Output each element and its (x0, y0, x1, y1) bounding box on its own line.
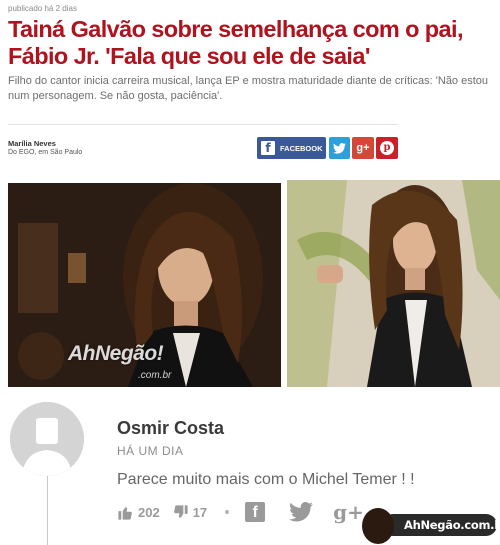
watermark-sub: .com.br (138, 370, 172, 381)
facebook-share-label: FACEBOOK (280, 143, 323, 153)
facebook-share-button[interactable]: f FACEBOOK (257, 137, 326, 159)
comment-text: Parece muito mais com o Michel Temer ! ! (117, 471, 415, 488)
facebook-icon: f (261, 141, 275, 155)
comment-facebook-icon[interactable]: f (245, 502, 266, 522)
pinterest-share-button[interactable]: p (376, 137, 398, 159)
dislike-button[interactable]: 17 (172, 504, 207, 521)
published-date: publicado há 2 dias (8, 4, 77, 13)
ahnegao-badge: AhNegão.com.br (358, 508, 500, 544)
watermark-text: AhNegão! (68, 342, 164, 365)
ahnegao-watermark: AhNegão! .com.br (10, 328, 190, 388)
author-name[interactable]: Marília Neves (8, 139, 56, 148)
pinterest-icon: p (380, 141, 394, 155)
photo-right (287, 180, 500, 387)
author-org: Do EGO, em São Paulo (8, 149, 83, 156)
commenter-avatar[interactable] (10, 402, 84, 476)
twitter-share-button[interactable] (329, 137, 350, 159)
badge-mascot (362, 508, 394, 544)
google-plus-icon: g+ (356, 142, 370, 154)
google-plus-share-button[interactable]: g+ (352, 137, 374, 159)
article-subtitle: Filho do cantor inicia carreira musical,… (8, 75, 489, 102)
comment-time: HÁ UM DIA (117, 444, 184, 458)
like-button[interactable]: 202 (117, 504, 160, 521)
twitter-icon (333, 142, 346, 154)
thread-line (47, 476, 48, 545)
thumbs-up-icon (118, 506, 132, 520)
watermark-mascot (18, 332, 64, 380)
comment-actions: 202 17 f g+ (117, 500, 364, 524)
separator-dot (225, 510, 230, 514)
user-avatar-icon (10, 402, 84, 476)
thumbs-down-icon (173, 504, 188, 518)
article-headline: Tainá Galvão sobre semelhança com o pai,… (8, 16, 463, 69)
badge-pill: AhNegão.com.br (382, 514, 500, 536)
badge-text: AhNegão.com.br (404, 518, 500, 532)
dislike-count: 17 (192, 504, 208, 520)
divider (8, 124, 398, 125)
like-count: 202 (138, 504, 160, 520)
commenter-name[interactable]: Osmir Costa (117, 418, 224, 439)
comment-twitter-icon[interactable] (289, 502, 314, 522)
